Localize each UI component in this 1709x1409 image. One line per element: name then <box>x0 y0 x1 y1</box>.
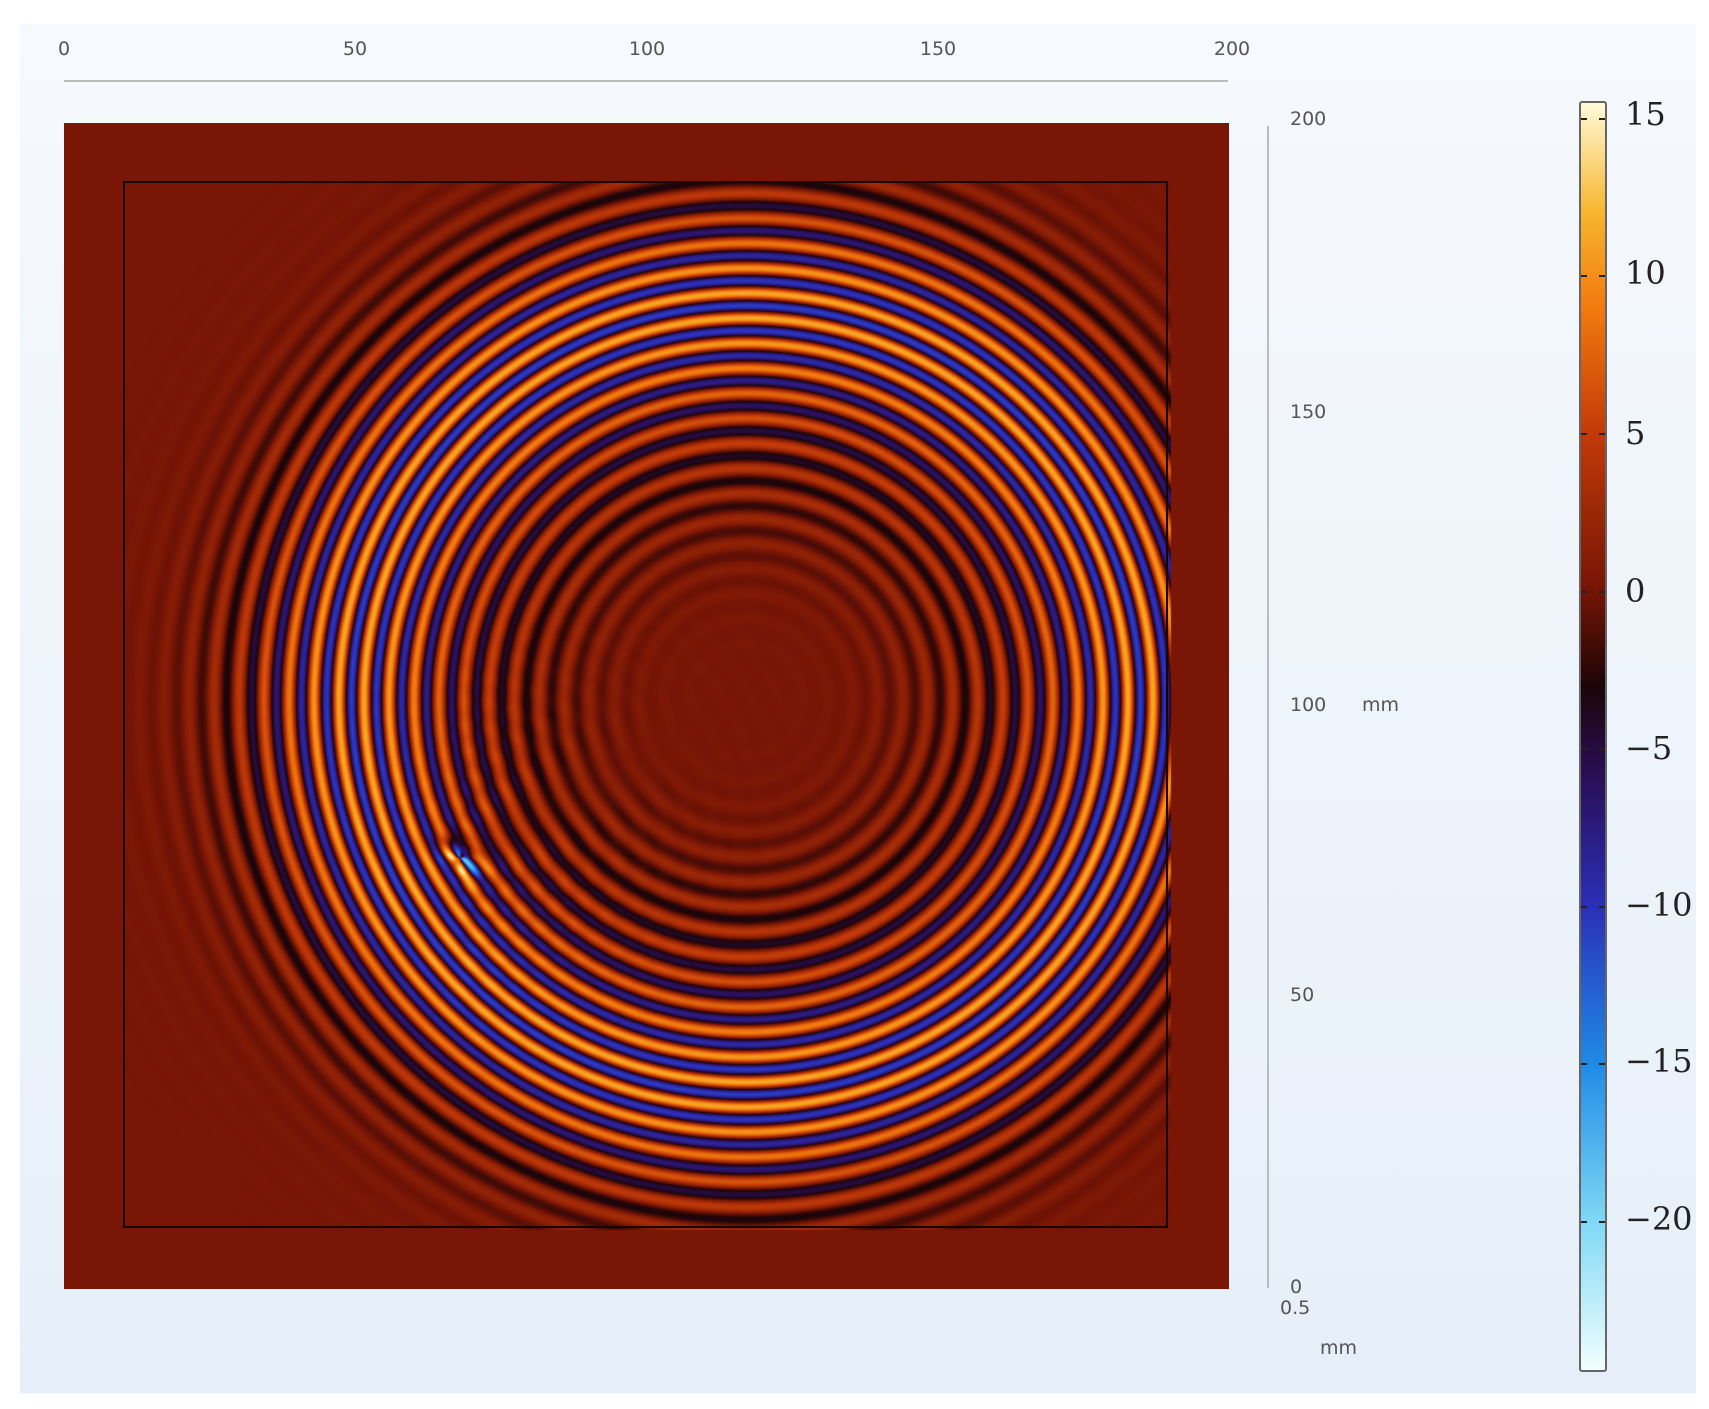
colorbar-tick-label: −10 <box>1625 886 1693 924</box>
colorbar-tick-mark <box>1581 905 1587 908</box>
colorbar-tick-label: −15 <box>1625 1042 1693 1080</box>
colorbar-tick-mark <box>1581 1220 1587 1223</box>
colorbar-tick-mark <box>1599 1063 1605 1066</box>
colorbar-tick-label: −20 <box>1625 1200 1693 1238</box>
y-unit-label: mm <box>1362 694 1400 716</box>
colorbar-tick-mark <box>1581 590 1587 593</box>
x-tick-label: 100 <box>628 38 666 60</box>
x-tick-label: 50 <box>342 38 368 60</box>
y-tick-label: 50 <box>1290 984 1315 1006</box>
colorbar-tick-label: 10 <box>1625 254 1666 292</box>
x-axis-line <box>64 80 1228 82</box>
colorbar-tick-label: 15 <box>1625 95 1666 133</box>
colorbar-tick-mark <box>1581 117 1587 120</box>
z-unit-label: mm <box>1320 1337 1358 1359</box>
colorbar <box>1579 101 1607 1372</box>
x-tick-label: 150 <box>919 38 957 60</box>
x-tick-label: 200 <box>1213 38 1251 60</box>
colorbar-tick-mark <box>1599 905 1605 908</box>
colorbar-tick-label: 0 <box>1625 572 1646 610</box>
y-axis-line <box>1267 126 1269 1288</box>
colorbar-tick-label: −5 <box>1625 729 1673 767</box>
z-tick-label: 0.5 <box>1280 1297 1311 1319</box>
wave-field-heatmap <box>64 123 1229 1289</box>
colorbar-tick-mark <box>1599 1220 1605 1223</box>
colorbar-tick-mark <box>1599 590 1605 593</box>
y-tick-label: 150 <box>1290 401 1327 423</box>
colorbar-tick-mark <box>1599 275 1605 278</box>
colorbar-tick-mark <box>1599 117 1605 120</box>
colorbar-tick-mark <box>1581 275 1587 278</box>
colorbar-tick-mark <box>1599 432 1605 435</box>
colorbar-tick-mark <box>1581 748 1587 751</box>
x-tick-label: 0 <box>57 38 71 60</box>
colorbar-tick-mark <box>1599 748 1605 751</box>
y-tick-label: 0 <box>1290 1276 1303 1298</box>
colorbar-tick-mark <box>1581 432 1587 435</box>
y-tick-label: 100 <box>1290 694 1327 716</box>
colorbar-tick-mark <box>1581 1063 1587 1066</box>
colorbar-tick-label: 5 <box>1625 414 1646 452</box>
y-tick-label: 200 <box>1290 108 1327 130</box>
